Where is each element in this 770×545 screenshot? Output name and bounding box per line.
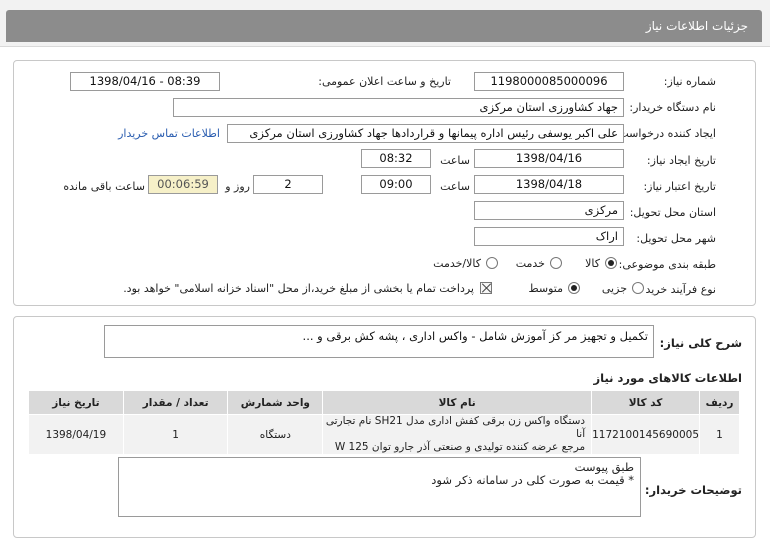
- buyer-notes-label: توضیحات خریدار:: [644, 483, 742, 497]
- category-goods-label: کالا: [585, 257, 600, 270]
- cell-date: 1398/04/19: [28, 414, 124, 455]
- cell-unit: دستگاه: [227, 414, 324, 455]
- days-label: روز و: [225, 180, 250, 193]
- process-minor-label: جزیی: [601, 282, 627, 295]
- summary-label: شرح کلی نیاز:: [659, 336, 742, 350]
- process-medium-label: متوسط: [528, 282, 563, 295]
- buyer-org-label: نام دستگاه خریدار:: [629, 101, 716, 114]
- col-unit: واحد شمارش: [227, 390, 324, 415]
- category-goods-service-label: کالا/خدمت: [433, 257, 481, 270]
- remaining-label: ساعت باقی مانده: [63, 180, 145, 193]
- table-row: 1398/04/19 1 دستگاه دستگاه واکس زن برقی …: [28, 414, 740, 455]
- page-title: جزئیات اطلاعات نیاز: [6, 10, 762, 42]
- category-radio-goods[interactable]: [605, 257, 617, 269]
- cell-name: دستگاه واکس زن برقی کفش اداری مدل SH21 ن…: [322, 414, 593, 455]
- province-label: استان محل تحویل:: [629, 206, 716, 219]
- need-number-label: شماره نیاز:: [663, 75, 716, 88]
- treasury-checkbox[interactable]: [480, 282, 492, 294]
- col-name: نام کالا: [322, 390, 593, 415]
- city-field: اراک: [474, 227, 624, 246]
- validity-date-field: 1398/04/18: [474, 175, 624, 194]
- requester-label: ایجاد کننده درخواست:: [614, 127, 716, 140]
- process-radio-minor[interactable]: [632, 282, 644, 294]
- city-label: شهر محل تحویل:: [636, 232, 716, 245]
- process-label: نوع فرآیند خرید :: [638, 283, 716, 296]
- summary-field: تکمیل و تجهیز مر کز آموزش شامل - واکس اد…: [104, 325, 654, 358]
- category-label: طبقه بندی موضوعی:: [618, 258, 716, 271]
- items-section-title: اطلاعات کالاهای مورد نیاز: [593, 371, 742, 385]
- created-time-field: 08:32: [361, 149, 431, 168]
- days-field: 2: [253, 175, 323, 194]
- col-row: ردیف: [699, 390, 740, 415]
- validity-time-field: 09:00: [361, 175, 431, 194]
- process-radio-medium[interactable]: [568, 282, 580, 294]
- requester-field: علی اکبر یوسفی رئیس اداره پیمانها و قرار…: [227, 124, 624, 143]
- col-code: کد کالا: [591, 390, 701, 415]
- category-radio-goods-service[interactable]: [486, 257, 498, 269]
- announce-label: تاریخ و ساعت اعلان عمومی:: [318, 75, 451, 88]
- validity-time-label: ساعت: [440, 180, 470, 193]
- cell-name-line1: دستگاه واکس زن برقی کفش اداری مدل SH21 ن…: [325, 415, 586, 440]
- treasury-note: پرداخت تمام یا بخشی از مبلغ خرید،از محل …: [123, 282, 474, 295]
- col-qty: تعداد / مقدار: [122, 390, 229, 415]
- announce-field: 1398/04/16 - 08:39: [70, 72, 220, 91]
- created-date-field: 1398/04/16: [474, 149, 624, 168]
- items-table: تاریخ نیاز تعداد / مقدار واحد شمارش نام …: [28, 390, 740, 455]
- cell-row: 1: [699, 414, 740, 455]
- created-time-label: ساعت: [440, 154, 470, 167]
- col-date: تاریخ نیاز: [28, 390, 124, 415]
- cell-code: 1172100145690005: [591, 414, 701, 455]
- page-header: جزئیات اطلاعات نیاز: [0, 0, 770, 47]
- remaining-time-field: 00:06:59: [148, 175, 218, 194]
- validity-label: تاریخ اعتبار نیاز:: [643, 180, 716, 193]
- category-radio-service[interactable]: [550, 257, 562, 269]
- created-label: تاریخ ایجاد نیاز:: [646, 154, 716, 167]
- cell-name-line2: مرجع عرضه کننده تولیدی و صنعتی آذر جارو …: [334, 441, 586, 453]
- buyer-contact-link[interactable]: اطلاعات تماس خریدار: [118, 127, 220, 140]
- category-service-label: خدمت: [515, 257, 545, 270]
- cell-qty: 1: [122, 414, 229, 455]
- province-field: مرکزی: [474, 201, 624, 220]
- buyer-notes-field: طبق پیوست * قیمت به صورت کلی در سامانه ذ…: [118, 457, 641, 517]
- need-number-field: 1198000085000096: [474, 72, 624, 91]
- buyer-org-field: جهاد کشاورزی استان مرکزی: [173, 98, 624, 117]
